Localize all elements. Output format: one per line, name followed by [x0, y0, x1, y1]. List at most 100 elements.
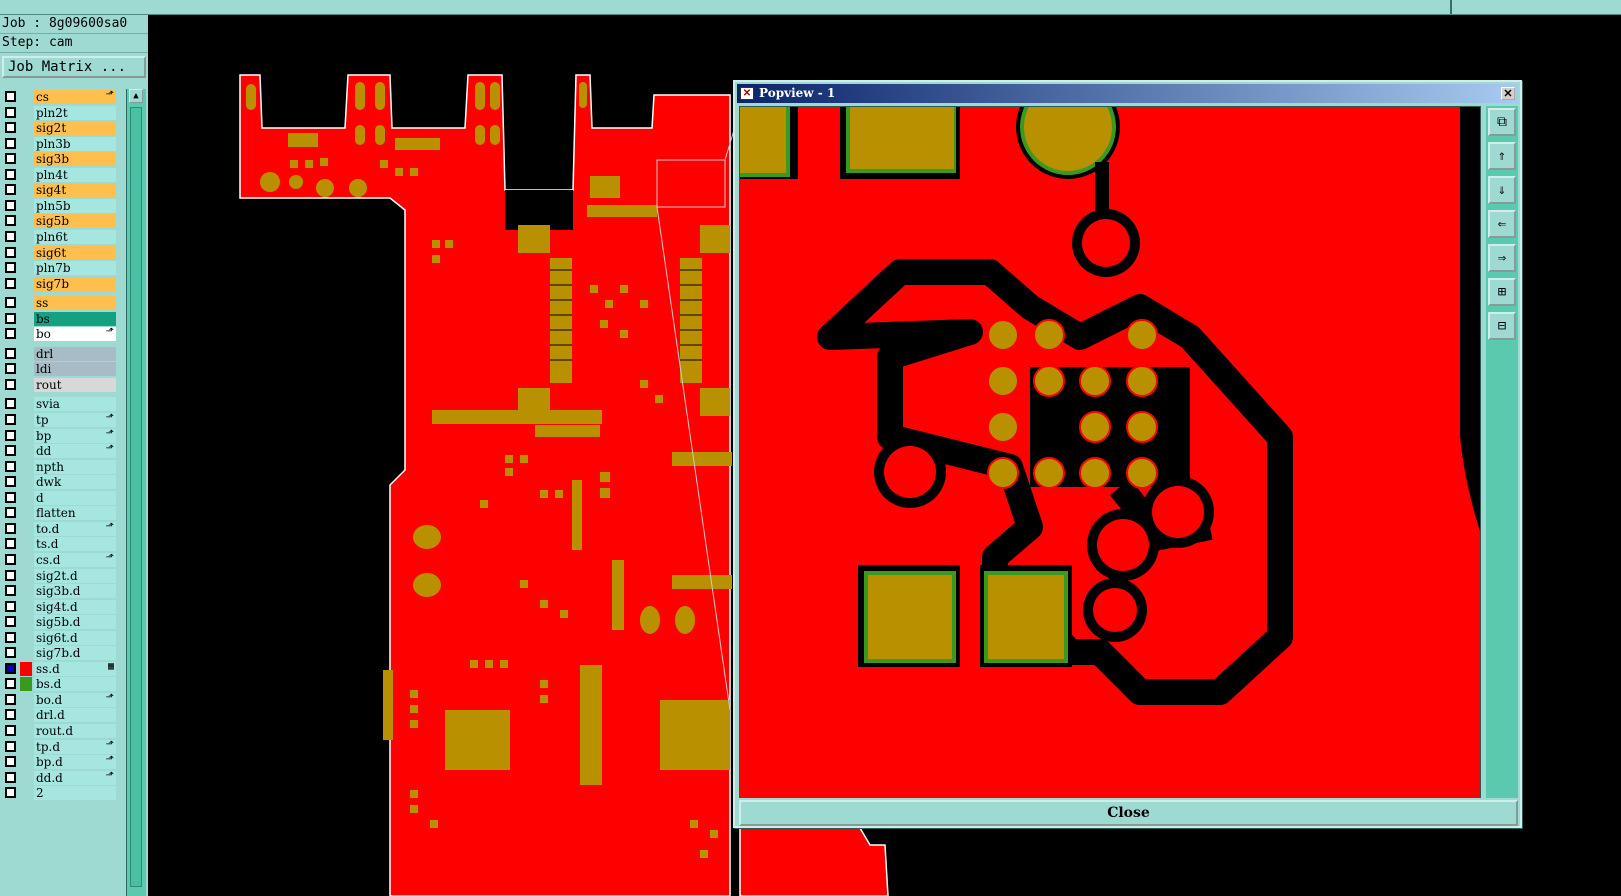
layer-row-bs.d[interactable]: bs.d	[0, 676, 122, 692]
layer-name[interactable]: tp	[34, 413, 116, 427]
layer-checkbox[interactable]	[5, 106, 16, 118]
layer-name[interactable]: dd	[34, 444, 116, 459]
layer-checkbox[interactable]	[5, 771, 16, 783]
layer-checkbox[interactable]	[5, 168, 16, 180]
layer-name[interactable]: sig2t.d	[34, 568, 116, 583]
layer-checkbox[interactable]	[5, 538, 16, 550]
popview-titlebar[interactable]: ✕ Popview - 1 ✕	[737, 84, 1518, 103]
layer-checkbox[interactable]	[5, 328, 16, 340]
layer-name[interactable]: bp.d	[34, 755, 116, 770]
layer-row-tp.d[interactable]: tp.d ⬏	[0, 739, 122, 755]
layer-checkbox[interactable]	[5, 137, 16, 149]
layer-name[interactable]: sig3b.d	[34, 584, 116, 599]
layer-row-sig3b[interactable]: sig3b	[0, 151, 122, 167]
layer-row-sig4t.d[interactable]: sig4t.d	[0, 599, 122, 615]
scroll-thumb[interactable]	[130, 107, 142, 887]
layer-row-ss.d[interactable]: ss.d ▦	[0, 661, 122, 677]
layer-checkbox[interactable]	[5, 662, 16, 674]
layer-row-bo[interactable]: bo ⬏	[0, 326, 122, 342]
scroll-up-icon[interactable]: ▲	[129, 89, 143, 103]
layer-name[interactable]: dwk	[34, 475, 116, 490]
layer-row-pln5b[interactable]: pln5b	[0, 198, 122, 214]
layer-checkbox[interactable]	[5, 215, 16, 227]
layer-name[interactable]: rout	[34, 377, 116, 392]
layer-name[interactable]: sig6t.d	[34, 630, 116, 645]
layer-row-bs[interactable]: bs	[0, 311, 122, 327]
layer-name[interactable]: sig7b	[34, 276, 116, 291]
layer-checkbox[interactable]	[5, 277, 16, 289]
layer-checkbox[interactable]	[5, 347, 16, 359]
layer-row-sig6t.d[interactable]: sig6t.d	[0, 630, 122, 646]
layer-name[interactable]: sig3b	[34, 152, 116, 167]
layer-row-pln7b[interactable]: pln7b	[0, 260, 122, 276]
layer-checkbox[interactable]	[5, 246, 16, 258]
layer-row-d[interactable]: d	[0, 490, 122, 506]
layer-name[interactable]: drl.d	[34, 708, 116, 723]
popview-window[interactable]: ✕ Popview - 1 ✕ ⧉ ⇑ ⇓ ⇐ ⇒ ⊞ ⊟ Close	[733, 80, 1522, 828]
layer-name[interactable]: dd.d	[34, 770, 116, 785]
layer-checkbox[interactable]	[5, 740, 16, 752]
layer-name[interactable]: bs.d	[34, 677, 116, 692]
pan-left-icon[interactable]: ⇐	[1488, 210, 1516, 238]
layer-checkbox[interactable]	[5, 122, 16, 134]
layer-name[interactable]: to.d	[34, 521, 116, 536]
window-menu-icon[interactable]: ✕	[740, 87, 754, 100]
layer-name[interactable]: pln7b	[34, 261, 116, 276]
layer-name[interactable]: svia	[34, 397, 116, 412]
layer-row-sig2t.d[interactable]: sig2t.d	[0, 568, 122, 584]
layer-name[interactable]: sig7b.d	[34, 646, 116, 661]
layer-checkbox[interactable]	[5, 600, 16, 612]
layer-checkbox[interactable]	[5, 230, 16, 242]
layer-name[interactable]: ldi	[34, 362, 116, 377]
layer-checkbox[interactable]	[5, 709, 16, 721]
layer-name[interactable]: bp	[34, 428, 116, 443]
layer-checkbox[interactable]	[5, 429, 16, 441]
pan-down-icon[interactable]: ⇓	[1488, 176, 1516, 204]
layer-scrollbar[interactable]: ▲	[126, 89, 146, 896]
layer-row-dwk[interactable]: dwk	[0, 474, 122, 490]
layer-checkbox[interactable]	[5, 756, 16, 768]
layer-checkbox[interactable]	[5, 693, 16, 705]
layer-checkbox[interactable]	[5, 631, 16, 643]
layer-row-cs.d[interactable]: cs.d ⬏	[0, 552, 122, 568]
layer-row-ldi[interactable]: ldi	[0, 361, 122, 377]
layer-checkbox[interactable]	[5, 184, 16, 196]
layer-checkbox[interactable]	[5, 647, 16, 659]
layer-checkbox[interactable]	[5, 553, 16, 565]
layer-name[interactable]: drl	[34, 346, 116, 361]
layer-row-flatten[interactable]: flatten	[0, 505, 122, 521]
layer-name[interactable]: pln3b	[34, 136, 116, 151]
job-matrix-button[interactable]: Job Matrix ...	[2, 56, 146, 78]
layer-row-2[interactable]: 2	[0, 785, 122, 801]
layer-checkbox[interactable]	[5, 363, 16, 375]
layer-row-pln6t[interactable]: pln6t	[0, 229, 122, 245]
layer-checkbox[interactable]	[5, 312, 16, 324]
layer-checkbox[interactable]	[5, 91, 16, 102]
pan-right-icon[interactable]: ⇒	[1488, 244, 1516, 272]
layer-row-ss[interactable]: ss	[0, 295, 122, 311]
layer-name[interactable]: pln2t	[34, 105, 116, 120]
layer-checkbox[interactable]	[5, 153, 16, 165]
layer-row-pln3b[interactable]: pln3b	[0, 136, 122, 152]
layer-name[interactable]: bo.d	[34, 692, 116, 707]
layer-name[interactable]: bo	[34, 327, 116, 342]
layer-row-sig5b[interactable]: sig5b	[0, 213, 122, 229]
layer-checkbox[interactable]	[5, 491, 16, 503]
layer-checkbox[interactable]	[5, 787, 16, 799]
layer-name[interactable]: 2	[34, 786, 116, 801]
layer-row-ts.d[interactable]: ts.d	[0, 536, 122, 552]
layer-row-sig3b.d[interactable]: sig3b.d	[0, 583, 122, 599]
layer-name[interactable]: sig5b	[34, 214, 116, 229]
zoom-fit-icon[interactable]: ⧉	[1488, 108, 1516, 136]
layer-row-to.d[interactable]: to.d ⬏	[0, 521, 122, 537]
layer-name[interactable]: npth	[34, 459, 116, 474]
layer-name[interactable]: cs.d	[34, 552, 116, 567]
layer-row-sig7b.d[interactable]: sig7b.d	[0, 645, 122, 661]
layer-name[interactable]: sig5b.d	[34, 615, 116, 630]
layer-checkbox[interactable]	[5, 585, 16, 597]
layer-name[interactable]: bs	[34, 311, 116, 326]
layer-name[interactable]: tp.d	[34, 739, 116, 754]
zoom-in-icon[interactable]: ⊞	[1488, 278, 1516, 306]
layer-checkbox[interactable]	[5, 569, 16, 581]
layer-name[interactable]: ss	[34, 296, 116, 311]
